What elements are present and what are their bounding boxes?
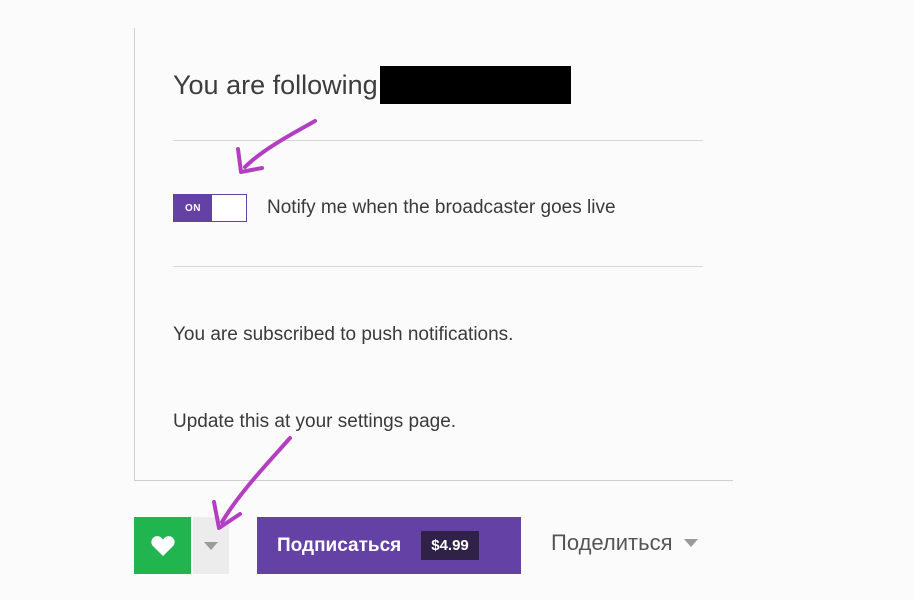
toggle-on-state: ON <box>174 195 212 221</box>
push-status-text: You are subscribed to push notifications… <box>173 324 514 345</box>
divider <box>173 140 703 141</box>
share-label: Поделиться <box>551 530 673 555</box>
notify-toggle[interactable]: ON <box>173 194 247 222</box>
subscribe-button[interactable]: Подписаться $4.99 <box>257 517 521 574</box>
price-badge: $4.99 <box>421 531 479 560</box>
settings-hint-text: Update this at your settings page. <box>173 411 457 432</box>
heart-icon <box>150 535 175 556</box>
notify-label: Notify me when the broadcaster goes live <box>267 197 616 218</box>
chevron-down-icon <box>204 541 218 550</box>
subscribe-label: Подписаться <box>277 534 402 556</box>
follow-panel: You are following ON Notify me when the … <box>134 28 733 481</box>
chevron-down-icon <box>684 539 699 547</box>
divider <box>173 266 703 267</box>
follow-options-dropdown[interactable] <box>193 517 229 574</box>
follow-popup-screen: You are following ON Notify me when the … <box>0 0 914 600</box>
share-button[interactable]: Поделиться <box>551 530 699 556</box>
following-text: You are following <box>173 69 378 100</box>
panel-title: You are following <box>173 66 571 104</box>
redacted-channel-name <box>379 66 571 104</box>
notify-row: ON Notify me when the broadcaster goes l… <box>173 194 616 222</box>
follow-heart-button[interactable] <box>134 517 191 574</box>
